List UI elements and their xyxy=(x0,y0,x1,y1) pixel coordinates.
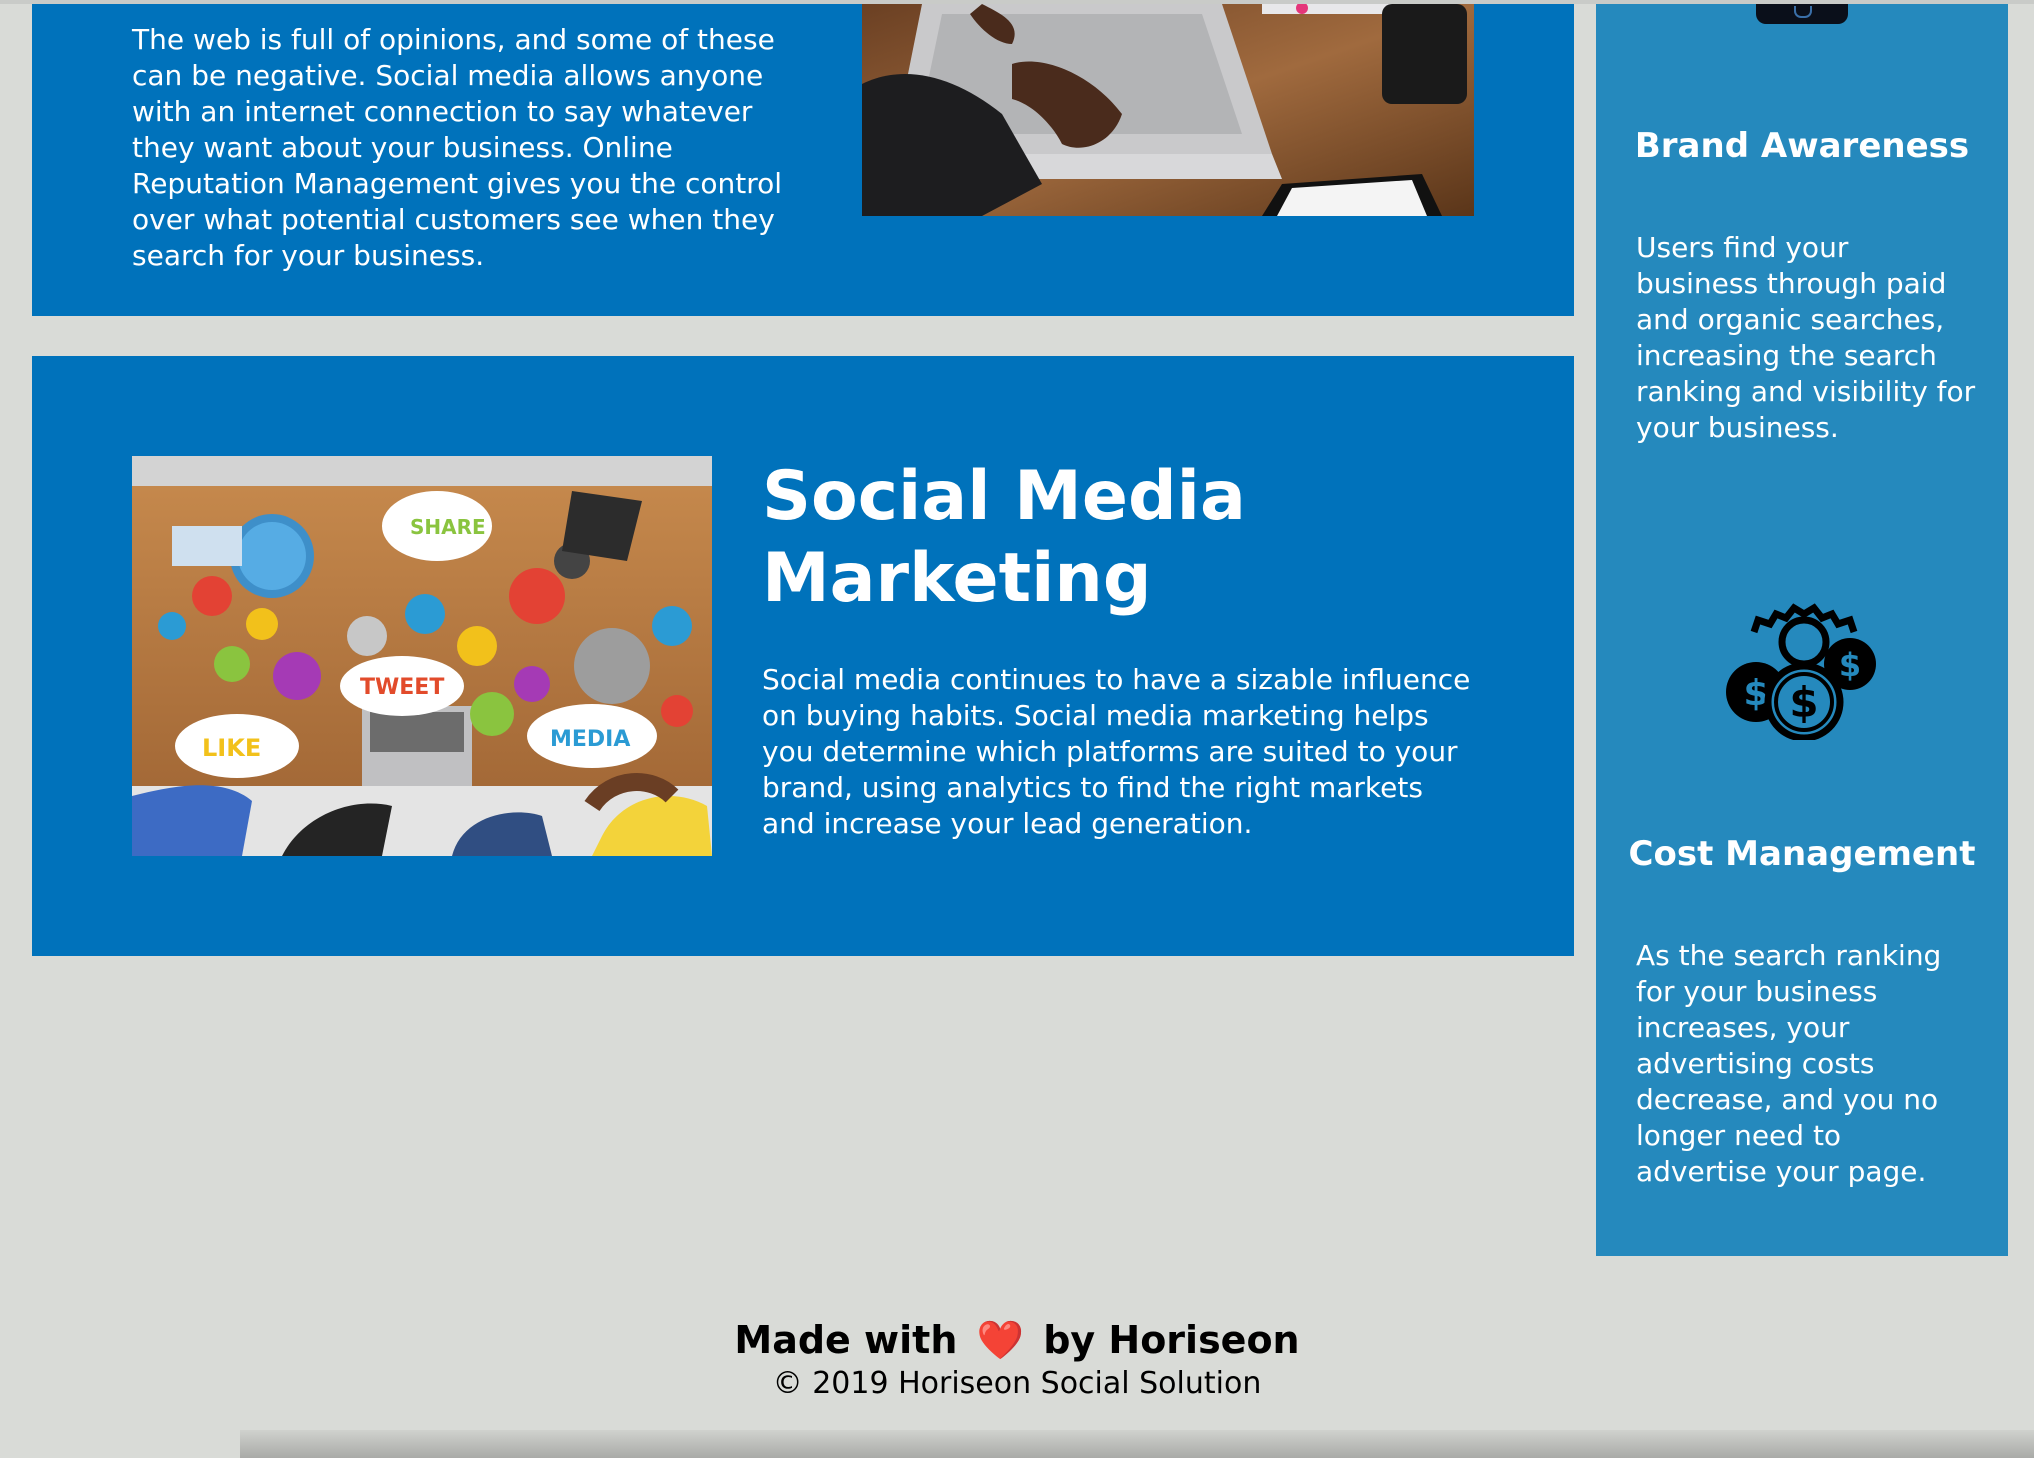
svg-text:$: $ xyxy=(1743,673,1768,714)
tweet-bubble-label: TWEET xyxy=(360,675,444,700)
share-bubble-label: SHARE xyxy=(410,515,486,539)
like-bubble-label: LIKE xyxy=(202,734,261,762)
svg-text:$: $ xyxy=(1789,678,1818,727)
benefits-sidebar: Brand Awareness Users find your business… xyxy=(1596,4,2008,1256)
social-media-marketing-section: SHARE TWEET LIKE MEDIA Social Media Mark… xyxy=(32,356,1574,956)
footer-made-with: Made with ❤️ by Horiseon xyxy=(0,1316,2034,1364)
footer-made-with-suffix: by Horiseon xyxy=(1043,1318,1300,1362)
media-bubble-label: MEDIA xyxy=(550,727,630,752)
brand-awareness-title: Brand Awareness xyxy=(1634,126,1970,166)
cost-management-description: As the search ranking for your business … xyxy=(1636,939,1942,1188)
brand-awareness-description: Users find your business through paid an… xyxy=(1636,231,1976,444)
cost-management-icon: $ $ $ xyxy=(1726,603,1876,740)
footer-copyright: © 2019 Horiseon Social Solution xyxy=(772,1366,1262,1401)
smm-social-table-image: SHARE TWEET LIKE MEDIA xyxy=(132,456,712,856)
orm-description: The web is full of opinions, and some of… xyxy=(132,23,783,272)
brand-awareness-icon xyxy=(1756,4,1848,24)
smm-description: Social media continues to have a sizable… xyxy=(762,663,1471,840)
cost-management-title: Cost Management xyxy=(1628,834,1976,874)
footer-made-with-prefix: Made with xyxy=(734,1318,958,1362)
orm-laptop-image xyxy=(862,4,1474,216)
heart-icon: ❤️ xyxy=(976,1318,1024,1362)
svg-text:$: $ xyxy=(1839,646,1861,684)
smm-title: Social Media Marketing xyxy=(762,457,1246,618)
footer: Made with ❤️ by Horiseon © 2019 Horiseon… xyxy=(0,1316,2034,1404)
bottom-shadow xyxy=(240,1430,2034,1458)
online-reputation-management-section: The web is full of opinions, and some of… xyxy=(32,4,1574,316)
